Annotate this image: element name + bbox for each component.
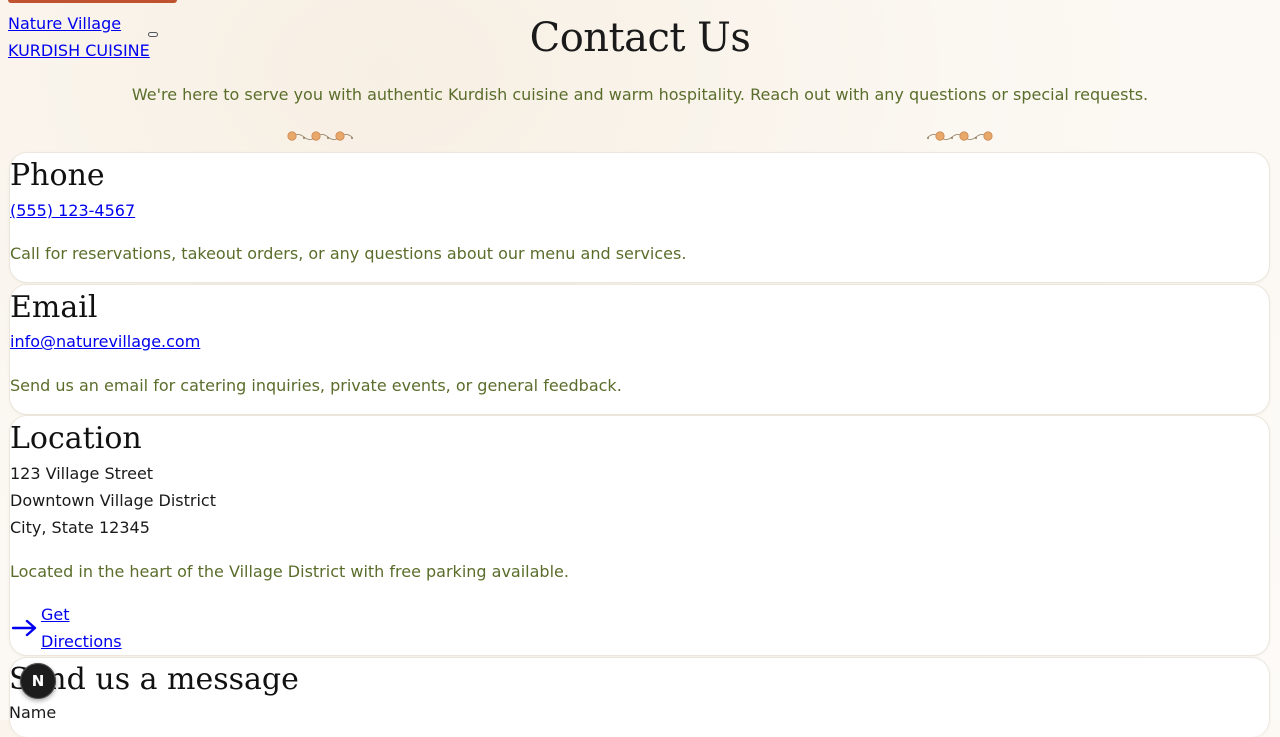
phone-heading: Phone — [10, 158, 105, 193]
top-accent-bar — [8, 0, 177, 3]
location-heading: Location — [10, 421, 142, 456]
phone-number-link[interactable]: (555) 123-4567 — [10, 200, 135, 222]
location-description: Located in the heart of the Village Dist… — [10, 562, 569, 581]
page-title: Contact Us — [529, 15, 751, 61]
get-directions-label: Get Directions — [41, 601, 122, 655]
page-intro: We're here to serve you with authentic K… — [131, 85, 1149, 104]
ornament-left-icon — [287, 131, 353, 141]
location-card: Location 123 Village Street Downtown Vil… — [9, 415, 1270, 656]
name-field-label: Name — [9, 703, 57, 722]
n-badge-icon[interactable]: N — [20, 663, 56, 699]
ornament-right-icon — [927, 131, 993, 141]
get-directions-link[interactable]: Get Directions — [10, 601, 122, 655]
arrow-right-icon — [11, 619, 37, 637]
email-description: Send us an email for catering inquiries,… — [10, 376, 622, 395]
address-line-1: 123 Village Street — [10, 464, 154, 483]
email-heading: Email — [10, 290, 98, 325]
get-directions-line-1: Get — [41, 605, 70, 624]
phone-card: Phone (555) 123-4567 Call for reservatio… — [9, 152, 1270, 283]
email-card: Email info@naturevillage.com Send us an … — [9, 284, 1270, 415]
address-line-3: City, State 12345 — [10, 518, 150, 537]
email-address-link[interactable]: info@naturevillage.com — [10, 331, 200, 353]
phone-description: Call for reservations, takeout orders, o… — [10, 244, 687, 263]
get-directions-line-2: Directions — [41, 632, 122, 651]
address-line-2: Downtown Village District — [10, 491, 216, 510]
